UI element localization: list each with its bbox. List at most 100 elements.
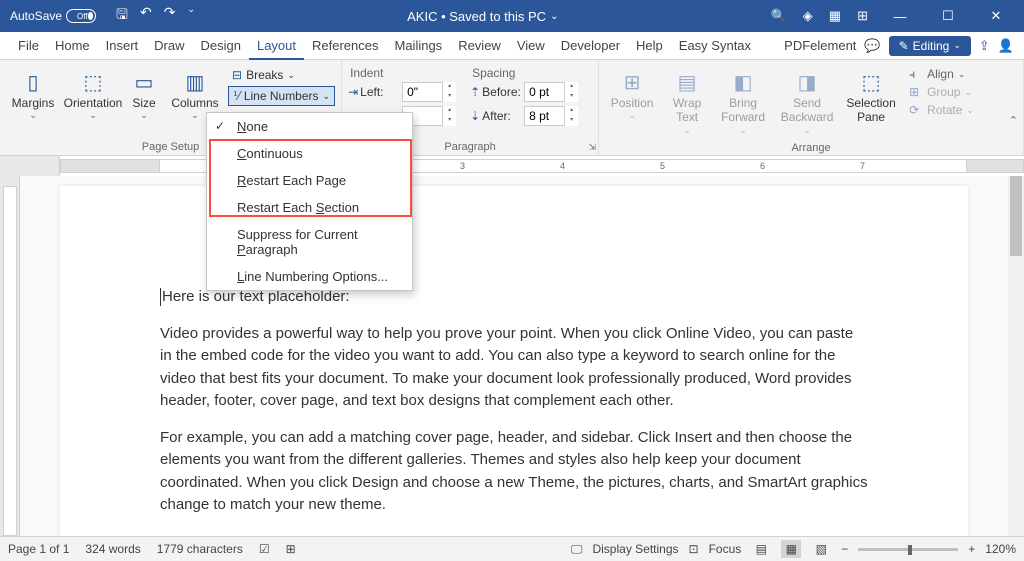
tab-references[interactable]: References xyxy=(304,32,386,60)
autosave-toggle[interactable]: AutoSave Off xyxy=(10,9,96,23)
group-button[interactable]: ⊞ Group ⌄ xyxy=(905,84,978,100)
size-button[interactable]: ▭ Size ⌄ xyxy=(126,64,162,139)
tab-insert[interactable]: Insert xyxy=(98,32,147,60)
display-settings-icon[interactable]: 🖵 xyxy=(571,542,583,557)
tab-review[interactable]: Review xyxy=(450,32,509,60)
tab-draw[interactable]: Draw xyxy=(146,32,192,60)
ln-continuous[interactable]: Continuous xyxy=(207,140,412,167)
horizontal-ruler[interactable]: 1234567 xyxy=(0,156,1024,176)
tab-design[interactable]: Design xyxy=(193,32,249,60)
spin-down[interactable]: ▾ xyxy=(565,116,578,126)
align-button[interactable]: ⫞ Align ⌄ xyxy=(905,66,978,82)
page-count[interactable]: Page 1 of 1 xyxy=(8,542,69,556)
zoom-out-icon[interactable]: − xyxy=(841,542,848,556)
orientation-button[interactable]: ⬚ Orientation ⌄ xyxy=(66,64,120,139)
ribbon-collapse-icon[interactable]: ⌃ xyxy=(1009,114,1018,127)
margins-icon: ▯ xyxy=(19,68,47,96)
ln-none[interactable]: ✓ None xyxy=(207,113,412,140)
title-dropdown-icon[interactable]: ⌄ xyxy=(550,11,558,22)
chevron-down-icon: ⌄ xyxy=(966,105,974,116)
spin-down[interactable]: ▾ xyxy=(443,116,456,126)
search-icon[interactable]: 🔍 xyxy=(771,8,787,24)
ln-suppress[interactable]: Suppress for Current Paragraph xyxy=(207,221,412,263)
vertical-ruler[interactable] xyxy=(0,176,20,536)
chevron-down-icon: ⌄ xyxy=(140,110,148,121)
tab-home[interactable]: Home xyxy=(47,32,98,60)
checkmark-icon: ✓ xyxy=(215,119,225,133)
word-count[interactable]: 324 words xyxy=(85,542,140,556)
print-layout-icon[interactable]: ▦ xyxy=(781,540,801,558)
rotate-button[interactable]: ⟳ Rotate ⌄ xyxy=(905,102,978,118)
tab-layout[interactable]: Layout xyxy=(249,32,304,60)
maximize-button[interactable]: ☐ xyxy=(932,8,964,24)
margins-button[interactable]: ▯ Margins ⌄ xyxy=(6,64,60,139)
position-icon: ⊞ xyxy=(618,68,646,96)
zoom-level[interactable]: 120% xyxy=(985,542,1016,556)
vertical-scrollbar[interactable] xyxy=(1008,176,1024,536)
bring-forward-button[interactable]: ◧ Bring Forward ⌄ xyxy=(715,64,771,140)
diamond-icon[interactable]: ◈ xyxy=(803,8,813,24)
paragraph-dialog-launcher[interactable]: ⇲ xyxy=(589,142,597,153)
pencil-icon: ✎ xyxy=(899,39,909,53)
tab-developer[interactable]: Developer xyxy=(553,32,628,60)
web-layout-icon[interactable]: ▧ xyxy=(811,540,831,558)
line-numbers-button[interactable]: ⅟ Line Numbers ⌄ xyxy=(228,86,335,106)
zoom-slider[interactable] xyxy=(858,548,958,551)
display-settings-label[interactable]: Display Settings xyxy=(592,542,678,556)
spellcheck-icon[interactable]: ☑ xyxy=(259,542,270,556)
undo-icon[interactable]: ↶ xyxy=(140,4,152,28)
autosave-switch[interactable]: Off xyxy=(66,9,96,23)
spin-down[interactable]: ▾ xyxy=(565,92,578,102)
comments-icon[interactable]: 💬 xyxy=(864,38,880,54)
document-title: AKIC • Saved to this PC ⌄ xyxy=(195,9,771,24)
close-button[interactable]: ✕ xyxy=(980,8,1012,24)
redo-icon[interactable]: ↷ xyxy=(164,4,176,28)
spin-up[interactable]: ▴ xyxy=(565,82,578,92)
doc-paragraph-2: Video provides a powerful way to help yo… xyxy=(160,323,868,413)
user-icon[interactable]: 👤 xyxy=(998,38,1014,54)
ribbon-layout: ▯ Margins ⌄ ⬚ Orientation ⌄ ▭ Size ⌄ ▥ C… xyxy=(0,60,1024,156)
wrap-text-button[interactable]: ▤ Wrap Text ⌄ xyxy=(665,64,709,140)
bring-forward-icon: ◧ xyxy=(729,68,757,96)
tab-mailings[interactable]: Mailings xyxy=(387,32,451,60)
editing-mode-button[interactable]: ✎ Editing ⌄ xyxy=(889,36,971,56)
size-icon: ▭ xyxy=(130,68,158,96)
chevron-down-icon: ⌄ xyxy=(958,69,966,80)
selection-pane-button[interactable]: ⬚ Selection Pane xyxy=(843,64,899,140)
tab-file[interactable]: File xyxy=(10,32,47,60)
tab-esh[interactable]: Easy Syntax Highlighter xyxy=(671,32,776,60)
chevron-down-icon: ⌄ xyxy=(683,125,691,136)
minimize-button[interactable]: — xyxy=(884,9,916,24)
spin-up[interactable]: ▴ xyxy=(565,106,578,116)
group-icon: ⊞ xyxy=(909,85,923,99)
tab-help[interactable]: Help xyxy=(628,32,671,60)
qat-dropdown-icon[interactable]: ⌄ xyxy=(187,4,195,28)
send-backward-button[interactable]: ◨ Send Backward ⌄ xyxy=(777,64,837,140)
chevron-down-icon: ⌄ xyxy=(191,110,199,121)
read-mode-icon[interactable]: ▤ xyxy=(751,540,771,558)
position-button[interactable]: ⊞ Position ⌄ xyxy=(605,64,659,140)
chevron-down-icon: ⌄ xyxy=(29,110,37,121)
share-icon[interactable]: ⇪ xyxy=(979,38,990,54)
ln-restart-section[interactable]: Restart Each Section xyxy=(207,194,412,221)
align-icon: ⫞ xyxy=(909,67,923,81)
grid-icon[interactable]: ⊞ xyxy=(857,8,868,24)
char-count[interactable]: 1779 characters xyxy=(157,542,243,556)
ln-restart-page[interactable]: Restart Each Page xyxy=(207,167,412,194)
spin-down[interactable]: ▾ xyxy=(443,92,456,102)
spin-up[interactable]: ▴ xyxy=(443,82,456,92)
focus-label[interactable]: Focus xyxy=(709,542,742,556)
tab-view[interactable]: View xyxy=(509,32,553,60)
breaks-button[interactable]: ⊟ Breaks ⌄ xyxy=(228,66,335,84)
focus-icon[interactable]: ⊡ xyxy=(689,542,699,556)
document-canvas[interactable]: Here is our text placeholder: Video prov… xyxy=(60,186,968,536)
scrollbar-thumb[interactable] xyxy=(1010,176,1022,256)
ruler-tick: 5 xyxy=(660,161,665,171)
tab-pdfelement[interactable]: PDFelement xyxy=(776,32,864,60)
ln-options[interactable]: Line Numbering Options... xyxy=(207,263,412,290)
zoom-in-icon[interactable]: + xyxy=(968,542,975,556)
spin-up[interactable]: ▴ xyxy=(443,106,456,116)
save-icon[interactable]: 🖫 xyxy=(116,4,128,28)
app-icon[interactable]: ▦ xyxy=(829,8,841,24)
accessibility-icon[interactable]: ⊞ xyxy=(286,542,296,556)
